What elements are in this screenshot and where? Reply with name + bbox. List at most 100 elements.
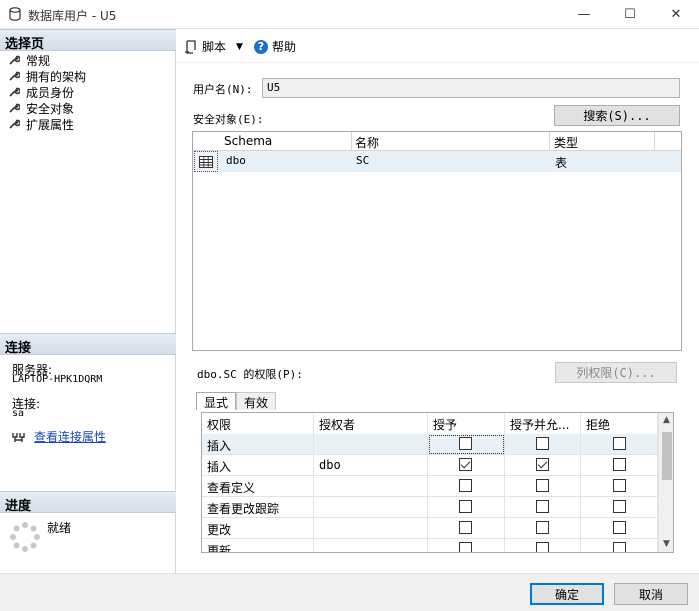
permission-grantor xyxy=(314,518,428,539)
table-row[interactable]: 查看定义 xyxy=(202,476,658,497)
toolbar: 脚本 ▼ ? 帮助 xyxy=(176,29,699,63)
permissions-scrollbar[interactable]: ▲ ▼ xyxy=(658,413,673,552)
deny-checkbox[interactable] xyxy=(613,542,626,552)
with-grant-checkbox[interactable] xyxy=(536,542,549,552)
connection-header: 连接 xyxy=(0,333,176,356)
table-row[interactable]: 更改 xyxy=(202,518,658,539)
page-item-label: 成员身份 xyxy=(26,85,75,100)
column-header-deny[interactable]: 拒绝 xyxy=(581,413,658,434)
scrollbar-thumb[interactable] xyxy=(662,432,672,480)
view-connection-properties[interactable]: 查看连接属性 xyxy=(12,428,106,445)
table-row[interactable]: 更新 xyxy=(202,539,658,552)
with-grant-checkbox[interactable] xyxy=(536,458,549,471)
table-row[interactable]: 查看更改跟踪 xyxy=(202,497,658,518)
script-button[interactable]: 脚本 ▼ xyxy=(184,38,243,55)
column-permissions-button[interactable]: 列权限(C)... xyxy=(555,362,677,383)
permission-name: 更新 xyxy=(202,539,314,552)
table-row[interactable]: 插入 xyxy=(202,434,658,455)
column-header-schema[interactable]: Schema xyxy=(224,134,272,148)
connection-value: sa xyxy=(12,408,25,419)
help-label: 帮助 xyxy=(272,40,297,54)
permission-name: 查看定义 xyxy=(202,476,314,497)
permissions-grid[interactable]: 权限 授权者 授予 授予并允... 拒绝 插入 插入 dbo 查看定义 查看更改… xyxy=(201,412,674,553)
wrench-icon xyxy=(9,87,20,97)
username-label: 用户名(N): xyxy=(193,83,253,96)
securables-grid[interactable]: Schema 名称 类型 dbo SC 表 xyxy=(192,131,682,351)
column-header-type[interactable]: 类型 xyxy=(554,134,578,151)
with-grant-checkbox[interactable] xyxy=(536,521,549,534)
securables-label: 安全对象(E): xyxy=(193,113,264,126)
column-header-grant[interactable]: 授予 xyxy=(428,413,505,434)
wrench-icon xyxy=(9,55,20,65)
page-item-label: 拥有的架构 xyxy=(26,69,87,84)
deny-checkbox[interactable] xyxy=(613,479,626,492)
page-item-label: 常规 xyxy=(26,53,51,68)
title-bar: 数据库用户 - U5 — ☐ ✕ xyxy=(0,0,699,29)
permission-name: 插入 xyxy=(202,455,314,476)
securables-grid-header: Schema 名称 类型 xyxy=(193,132,681,151)
row-schema: dbo xyxy=(226,154,246,167)
permission-grantor xyxy=(314,539,428,552)
permissions-grid-header: 权限 授权者 授予 授予并允... 拒绝 xyxy=(202,413,658,434)
scroll-down-icon[interactable]: ▼ xyxy=(663,539,670,549)
permission-name: 插入 xyxy=(202,434,314,455)
page-item-owned-schemas[interactable]: 拥有的架构 xyxy=(8,68,86,84)
with-grant-checkbox[interactable] xyxy=(536,479,549,492)
grant-checkbox[interactable] xyxy=(459,479,472,492)
page-item-label: 安全对象 xyxy=(26,101,75,116)
grant-checkbox[interactable] xyxy=(459,458,472,471)
page-item-general[interactable]: 常规 xyxy=(8,52,86,68)
table-grid-icon xyxy=(194,151,218,172)
deny-checkbox[interactable] xyxy=(613,437,626,450)
page-item-securables[interactable]: 安全对象 xyxy=(8,100,86,116)
column-header-with-grant[interactable]: 授予并允... xyxy=(505,413,581,434)
username-field[interactable]: U5 xyxy=(262,78,680,98)
grant-checkbox[interactable] xyxy=(459,500,472,513)
table-row[interactable]: 插入 dbo xyxy=(202,455,658,476)
column-header-grantor[interactable]: 授权者 xyxy=(314,413,428,434)
progress-status: 就绪 xyxy=(47,521,72,535)
ok-button[interactable]: 确定 xyxy=(530,583,604,605)
column-header-name[interactable]: 名称 xyxy=(355,134,379,151)
grant-checkbox[interactable] xyxy=(459,542,472,552)
minimize-button[interactable]: — xyxy=(561,0,607,29)
cancel-button[interactable]: 取消 xyxy=(614,583,688,605)
with-grant-checkbox[interactable] xyxy=(536,500,549,513)
scroll-up-icon[interactable]: ▲ xyxy=(663,415,670,425)
page-list: 常规 拥有的架构 成员身份 安全对象 扩展属性 xyxy=(8,52,86,132)
permissions-label: dbo.SC 的权限(P): xyxy=(197,368,303,381)
permission-grantor xyxy=(314,497,428,518)
help-icon: ? xyxy=(254,39,268,54)
wrench-icon xyxy=(9,119,20,129)
select-page-header: 选择页 xyxy=(0,29,176,52)
permission-grantor xyxy=(314,434,428,455)
progress-spinner-icon xyxy=(10,522,40,552)
server-value: LAPTOP-HPK1DQRM xyxy=(12,374,103,385)
help-button[interactable]: ? 帮助 xyxy=(254,38,296,55)
with-grant-checkbox[interactable] xyxy=(536,437,549,450)
database-icon xyxy=(9,7,21,21)
column-header-permission[interactable]: 权限 xyxy=(202,413,314,434)
wrench-icon xyxy=(9,71,20,81)
search-button[interactable]: 搜索(S)... xyxy=(554,105,680,126)
view-connection-properties-link[interactable]: 查看连接属性 xyxy=(34,428,106,445)
row-type: 表 xyxy=(555,156,568,170)
deny-checkbox[interactable] xyxy=(613,521,626,534)
maximize-button[interactable]: ☐ xyxy=(607,0,653,29)
table-row[interactable]: dbo SC 表 xyxy=(193,151,681,172)
page-item-membership[interactable]: 成员身份 xyxy=(8,84,86,100)
close-button[interactable]: ✕ xyxy=(653,0,699,29)
deny-checkbox[interactable] xyxy=(613,500,626,513)
tab-effective[interactable]: 有效 xyxy=(236,392,277,410)
chevron-down-icon[interactable]: ▼ xyxy=(236,42,243,52)
page-item-extended-properties[interactable]: 扩展属性 xyxy=(8,116,86,132)
permissions-tabs: 显式 有效 xyxy=(196,392,277,410)
grant-checkbox[interactable] xyxy=(459,521,472,534)
permission-grantor xyxy=(314,476,428,497)
deny-checkbox[interactable] xyxy=(613,458,626,471)
wrench-icon xyxy=(9,103,20,113)
tab-explicit[interactable]: 显式 xyxy=(196,392,237,410)
grant-checkbox[interactable] xyxy=(459,437,472,450)
window-title: 数据库用户 - U5 xyxy=(28,9,117,23)
progress-header: 进度 xyxy=(0,491,176,514)
